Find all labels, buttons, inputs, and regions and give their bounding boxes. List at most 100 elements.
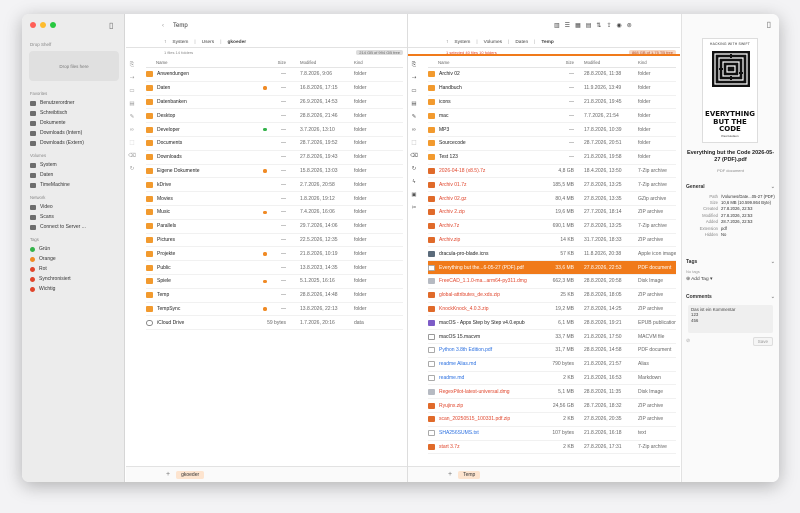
lightning-icon[interactable]: ϟ — [413, 179, 416, 186]
file-row[interactable]: Temp — 28.8.2026, 14:48 folder — [146, 289, 403, 303]
minimize-window-button[interactable] — [40, 22, 46, 28]
move-icon[interactable]: ⇢ — [130, 75, 135, 82]
file-row[interactable]: Spiele — 5.1.2025, 16:16 folder — [146, 275, 403, 289]
file-row[interactable]: Desktop — 28.8.2026, 21:46 folder — [146, 109, 403, 124]
file-row[interactable]: Archiv 02 — 28.8.2026, 11:38 folder — [428, 68, 676, 82]
file-row[interactable]: Archiv 02.gz 80,4 MB 27.8.2026, 13:35 GZip … — [428, 192, 676, 206]
view-grid-icon[interactable]: ▦ — [575, 22, 581, 29]
sidebar-item[interactable]: TimeMachine — [22, 180, 125, 190]
file-row[interactable]: Datenbanken — 26.9.2026, 14:53 folder — [146, 96, 403, 110]
action-icon[interactable]: ⊚ — [627, 22, 632, 29]
file-row[interactable]: Ryujinx.zip 24,56 GB 28.7.2026, 18:32 ZIP a… — [428, 399, 676, 413]
size-column-header[interactable]: Size — [254, 60, 290, 65]
path-segment[interactable]: System — [452, 40, 472, 45]
up-arrow-icon[interactable]: ↑ — [164, 40, 166, 45]
file-row[interactable]: readme.md 2 KB 21.8.2026, 16:53 Markdown — [428, 372, 676, 386]
file-row[interactable]: start 3.7z 2 KB 27.8.2026, 17:31 7-Zip arch… — [428, 441, 676, 455]
select-icon[interactable]: ⬚ — [411, 140, 416, 147]
select-icon[interactable]: ⬚ — [129, 140, 134, 147]
copy-icon[interactable]: ⎘ — [412, 62, 416, 69]
up-arrow-icon[interactable]: ↑ — [446, 40, 448, 45]
file-row[interactable]: Developer — 3.7.2026, 13:10 folder — [146, 123, 403, 137]
file-row[interactable]: kDrive — 2.7.2026, 20:58 folder — [146, 178, 403, 193]
file-row[interactable]: icons — 21.8.2026, 19:45 folder — [428, 96, 676, 110]
sidebar-item[interactable]: Benutzerordner — [22, 98, 125, 108]
kind-column-header[interactable]: Kind — [350, 60, 403, 65]
comments-section-header[interactable]: Comments ⌄ — [686, 294, 775, 300]
drop-shelf[interactable]: Drop files here — [29, 51, 119, 81]
delete-icon[interactable]: ⌫ — [128, 153, 136, 160]
tools-icon[interactable]: ✂ — [412, 205, 417, 212]
file-row[interactable]: FreeCAD_1.1.0-ma...arm64-py311.dmg 662,3 … — [428, 275, 676, 289]
sidebar-toggle-icon[interactable]: ▯ — [109, 21, 113, 30]
sidebar-item[interactable]: Downloads (Intern) — [22, 128, 125, 138]
file-row[interactable]: Test 123 — 21.8.2026, 19:58 folder — [428, 151, 676, 165]
name-column-header[interactable]: Name — [146, 60, 254, 65]
sort-icon[interactable]: ⇅ — [596, 22, 601, 29]
file-row[interactable]: Eigene Dokumente — 15.8.2026, 13:03 folder — [146, 165, 403, 179]
file-row[interactable]: Daten — 16.8.2026, 17:15 folder — [146, 82, 403, 96]
share-icon[interactable]: ⇪ — [606, 22, 611, 29]
inspector-toggle-icon[interactable]: ▯ — [767, 20, 771, 29]
size-column-header[interactable]: Size — [536, 60, 578, 65]
file-row[interactable]: global-attributes_de.xds.zip 25 KB 28.8.20… — [428, 289, 676, 303]
file-row[interactable]: iCloud Drive 59 bytes 1.7.2026, 20:16 data — [146, 316, 403, 331]
preview-eye-icon[interactable]: ◉ — [616, 22, 621, 29]
sidebar-tag-item[interactable]: Orange — [22, 254, 125, 264]
path-segment[interactable]: Temp — [539, 40, 555, 45]
path-segment[interactable]: gkoeder — [225, 40, 248, 45]
file-row[interactable]: Python 3.8th Edition.pdf 31,7 MB 28.8.2026… — [428, 344, 676, 358]
archive-icon[interactable]: ▤ — [411, 101, 416, 108]
sidebar-item[interactable]: Dokumente — [22, 118, 125, 128]
name-column-header[interactable]: Name — [428, 60, 536, 65]
file-row[interactable]: Handbuch — 11.9.2026, 13:49 folder — [428, 82, 676, 96]
file-row[interactable]: Sourcecode — 28.7.2026, 20:51 folder — [428, 137, 676, 151]
file-row[interactable]: RegexPilot-latest-universal.dmg 5,1 MB 28.… — [428, 385, 676, 400]
file-row[interactable]: Anwendungen — 7.8.2026, 9:06 folder — [146, 68, 403, 82]
add-tab-icon[interactable]: + — [166, 471, 170, 478]
general-section-header[interactable]: General ⌄ — [686, 184, 775, 190]
copy-icon[interactable]: ⎘ — [130, 62, 134, 69]
file-row[interactable]: macOS 15.macvm 33,7 MB 21.8.2026, 17:50 MAC… — [428, 330, 676, 344]
file-row[interactable]: Projekte — 21.8.2026, 10:19 folder — [146, 247, 403, 262]
sidebar-tag-item[interactable]: Rot — [22, 264, 125, 274]
sidebar-tag-item[interactable]: Synchronisiert — [22, 274, 125, 284]
clear-comment-icon[interactable]: ⊘ — [686, 338, 690, 344]
modified-column-header[interactable]: Modified — [578, 60, 634, 65]
sidebar-item[interactable]: Video — [22, 202, 125, 212]
rename-icon[interactable]: ✎ — [130, 114, 135, 121]
file-row[interactable]: dracula-pro-blade.icns 57 KB 11.8.2026, 20… — [428, 247, 676, 262]
sidebar-item[interactable]: Downloads (Extern) — [22, 138, 125, 148]
file-row[interactable]: Parallels — 29.7.2026, 14:06 folder — [146, 220, 403, 234]
kind-column-header[interactable]: Kind — [634, 60, 676, 65]
delete-icon[interactable]: ⌫ — [410, 153, 418, 160]
file-row[interactable]: Movies — 1.8.2026, 19:12 folder — [146, 192, 403, 206]
view-columns-icon[interactable]: ▥ — [554, 22, 560, 29]
save-comment-button[interactable]: Save — [752, 337, 773, 346]
view-list-icon[interactable]: ☰ — [565, 22, 570, 29]
file-row[interactable]: Archiv.7z 690,1 MB 27.8.2026, 13:25 7-Zip a… — [428, 220, 676, 234]
refresh-icon[interactable]: ↻ — [130, 166, 135, 173]
sidebar-item[interactable]: Daten — [22, 170, 125, 180]
new-folder-icon[interactable]: ▭ — [411, 88, 416, 95]
terminal-icon[interactable]: ▣ — [411, 192, 416, 199]
tags-section-header[interactable]: Tags ⌄ — [686, 259, 775, 265]
file-row[interactable]: Pictures — 22.5.2026, 12:35 folder — [146, 234, 403, 248]
file-row[interactable]: mac — 7.7.2026, 21:54 folder — [428, 109, 676, 124]
sidebar-tag-item[interactable]: Grün — [22, 244, 125, 254]
sidebar-item[interactable]: Connect to Server ... — [22, 222, 125, 232]
file-row[interactable]: readme Alias.md 790 bytes 21.8.2026, 21:57… — [428, 358, 676, 372]
path-segment[interactable]: Daten — [513, 40, 530, 45]
sidebar-tag-item[interactable]: Wichtig — [22, 284, 125, 294]
file-row[interactable]: Archiv 2.zip 19,6 MB 27.7.2026, 18:14 ZIP a… — [428, 206, 676, 220]
file-row[interactable]: 2026-04-18 (x8.5).7z 4,8 GB 18.4.2026, 13:… — [428, 165, 676, 179]
path-segment[interactable]: System — [170, 40, 190, 45]
new-folder-icon[interactable]: ▭ — [129, 88, 134, 95]
zoom-window-button[interactable] — [50, 22, 56, 28]
file-row[interactable]: TempSync — 13.8.2026, 22:13 folder — [146, 303, 403, 317]
file-row[interactable]: MP3 — 17.8.2026, 10:39 folder — [428, 123, 676, 137]
modified-column-header[interactable]: Modified — [290, 60, 350, 65]
right-tab[interactable]: Temp — [458, 470, 481, 479]
file-row[interactable]: Documents — 28.7.2026, 19:52 folder — [146, 137, 403, 151]
path-segment[interactable]: Users — [200, 40, 217, 45]
